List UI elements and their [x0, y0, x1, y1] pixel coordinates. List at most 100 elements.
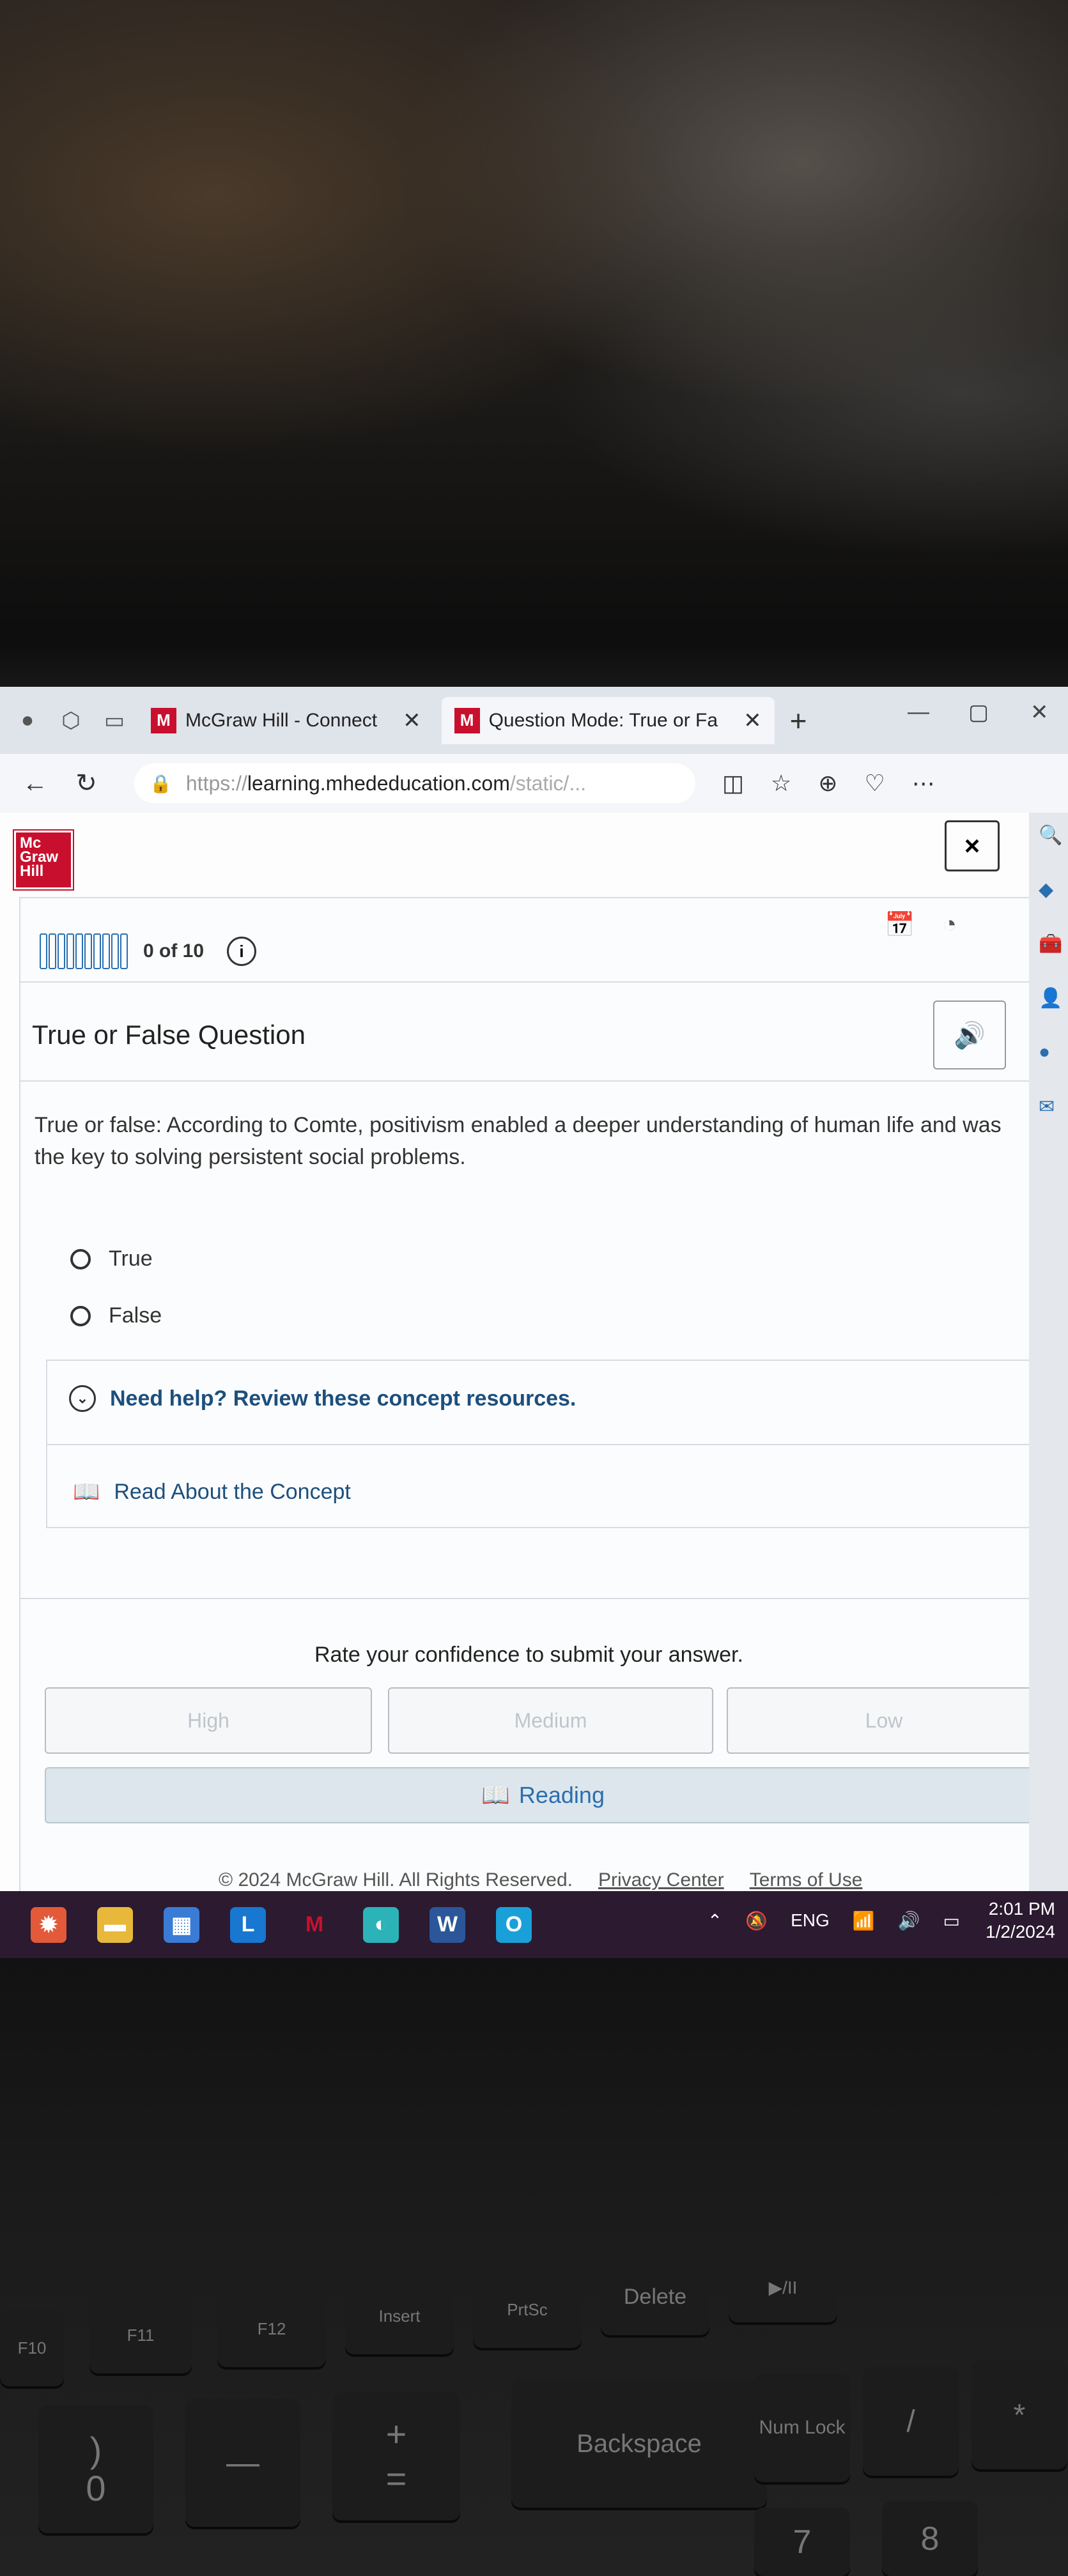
start-icon[interactable]: ✹ [31, 1906, 66, 1943]
notification-off-icon[interactable]: 🔕 [745, 1910, 768, 1931]
tab-actions-icon[interactable]: ▭ [98, 705, 130, 737]
file-explorer-icon[interactable]: ▬ [97, 1906, 133, 1943]
book-icon: 📖 [73, 1480, 100, 1504]
back-icon[interactable]: ← [19, 769, 51, 798]
concept-resources-panel: ⌄ Need help? Review these concept resour… [46, 1360, 1033, 1528]
mcgraw-favicon-icon: M [454, 707, 480, 733]
key-delete: Delete [601, 2258, 709, 2335]
mcafee-icon[interactable]: M [297, 1907, 332, 1943]
edge-sidebar [1029, 813, 1068, 1958]
store-icon[interactable]: ▦ [164, 1906, 199, 1943]
clock-date: 1/2/2024 [986, 1922, 1055, 1942]
radio-button[interactable] [70, 1248, 91, 1269]
key-minus: — [185, 2399, 300, 2527]
url-domain: learning.mhededucation.com [247, 771, 510, 795]
tab-question-mode[interactable]: M Question Mode: True or Fa ✕ [441, 696, 775, 744]
close-tab-icon[interactable]: ✕ [743, 708, 762, 733]
health-icon[interactable]: ♡ [864, 770, 885, 797]
new-tab-button[interactable]: + [790, 703, 807, 738]
lock-icon: 🔒 [150, 773, 172, 793]
question-card: 0 of 10 i 📅 ◔ True or False Question 🔊 T… [19, 897, 1060, 1958]
key-num-lock: Num Lock [754, 2373, 850, 2482]
divider [20, 981, 1059, 983]
key-backspace: Backspace [511, 2380, 767, 2508]
speaker-icon: 🔊 [954, 1021, 986, 1050]
copyright-text: © 2024 McGraw Hill. All Rights Reserved. [219, 1869, 573, 1890]
footer: © 2024 McGraw Hill. All Rights Reserved.… [219, 1869, 862, 1891]
question-prompt: True or false: According to Comte, posit… [35, 1113, 1002, 1169]
confidence-medium-button[interactable]: Medium [388, 1687, 713, 1754]
edge-icon[interactable]: ◐ [363, 1906, 399, 1943]
read-aloud-button[interactable]: 🔊 [933, 1000, 1006, 1070]
key-7: 7 [754, 2508, 850, 2576]
key-f12: F12 [217, 2290, 326, 2367]
volume-icon[interactable]: 🔊 [898, 1910, 920, 1931]
language-indicator[interactable]: ENG [791, 1910, 830, 1931]
tab-label: Question Mode: True or Fa [488, 709, 718, 731]
key-8: 8 [882, 2501, 978, 2576]
word-icon[interactable]: W [430, 1906, 465, 1943]
read-about-concept-link[interactable]: 📖 Read About the Concept [73, 1479, 351, 1505]
divider [47, 1444, 1032, 1445]
close-window-icon[interactable]: ✕ [1030, 700, 1049, 725]
close-tab-icon[interactable]: ✕ [403, 708, 421, 733]
screen: ● ⬡ ▭ M McGraw Hill - Connect ✕ M Questi… [0, 687, 1068, 1958]
timer-icon[interactable]: ◔ [942, 911, 957, 939]
confidence-high-button[interactable]: High [45, 1687, 372, 1754]
option-false[interactable]: False [70, 1303, 162, 1328]
collections-icon[interactable]: ⊕ [818, 770, 837, 797]
mcgraw-hill-logo: Mc Graw Hill [13, 829, 74, 891]
sidebar-outlook-icon[interactable]: ✉ [1039, 1096, 1055, 1118]
clock-time: 2:01 PM [988, 1899, 1055, 1919]
url-field[interactable]: 🔒 https:// learning.mhededucation.com /s… [134, 763, 695, 803]
reading-button[interactable]: 📖 Reading [45, 1767, 1041, 1823]
app-l-icon[interactable]: L [230, 1906, 266, 1943]
book-icon: 📖 [481, 1782, 510, 1808]
sidebar-app-icon[interactable]: ● [1039, 1041, 1050, 1063]
divider [20, 1598, 1059, 1599]
key-prtsc: PrtSc [473, 2271, 582, 2348]
more-icon[interactable]: ⋯ [912, 770, 935, 797]
key-f11: F11 [89, 2297, 192, 2373]
page: Mc Graw Hill × 0 of 10 i 📅 ◔ True or Fal… [0, 813, 1060, 1958]
background-photo [0, 0, 1068, 652]
clock[interactable]: 2:01 PM 1/2/2024 [986, 1897, 1055, 1943]
search-icon[interactable]: 🔍 [1039, 824, 1062, 847]
close-assignment-button[interactable]: × [945, 820, 1000, 871]
tab-label: McGraw Hill - Connect [185, 709, 378, 731]
address-bar-row: ← ↻ 🔒 https:// learning.mhededucation.co… [0, 754, 1068, 813]
confidence-prompt: Rate your confidence to submit your answ… [314, 1643, 743, 1667]
sidebar-app-icon[interactable]: ◆ [1039, 878, 1053, 901]
key-0: ) 0 [38, 2405, 153, 2533]
profile-icon[interactable]: ● [12, 705, 43, 737]
question-type-title: True or False Question [32, 1020, 306, 1050]
outlook-new-icon[interactable]: O [496, 1906, 532, 1943]
reading-label: Reading [518, 1782, 605, 1808]
progress-bars [40, 933, 129, 969]
option-label: True [109, 1246, 153, 1271]
info-icon[interactable]: i [227, 937, 257, 966]
sidebar-tools-icon[interactable]: 🧰 [1039, 933, 1062, 955]
workspaces-icon[interactable]: ⬡ [55, 705, 87, 737]
concept-resources-toggle[interactable]: ⌄ Need help? Review these concept resour… [69, 1385, 576, 1412]
minimize-icon[interactable]: — [908, 700, 929, 724]
tab-mcgraw-connect[interactable]: M McGraw Hill - Connect ✕ [138, 697, 434, 744]
wifi-icon[interactable]: 📶 [853, 1910, 875, 1931]
split-screen-icon[interactable]: ◫ [722, 770, 744, 797]
key-star: * [971, 2361, 1067, 2469]
chevron-up-icon[interactable]: ⌃ [708, 1910, 722, 1931]
maximize-icon[interactable]: ▢ [968, 700, 989, 725]
sidebar-people-icon[interactable]: 👤 [1039, 987, 1062, 1009]
favorites-icon[interactable]: ☆ [771, 770, 791, 797]
calendar-icon[interactable]: 📅 [885, 911, 915, 939]
key-f10: F10 [0, 2310, 64, 2386]
privacy-center-link[interactable]: Privacy Center [598, 1869, 724, 1891]
windows-taskbar: ✹ ▬ ▦ L M ◐ W O ⌃ 🔕 ENG 📶 🔊 ▭ 2:01 PM 1/… [0, 1891, 1068, 1958]
terms-of-use-link[interactable]: Terms of Use [750, 1869, 863, 1891]
confidence-low-button[interactable]: Low [727, 1687, 1041, 1754]
progress-text: 0 of 10 [143, 940, 205, 962]
refresh-icon[interactable]: ↻ [70, 769, 102, 798]
radio-button[interactable] [70, 1305, 91, 1326]
battery-icon[interactable]: ▭ [943, 1910, 960, 1931]
option-true[interactable]: True [70, 1246, 153, 1271]
